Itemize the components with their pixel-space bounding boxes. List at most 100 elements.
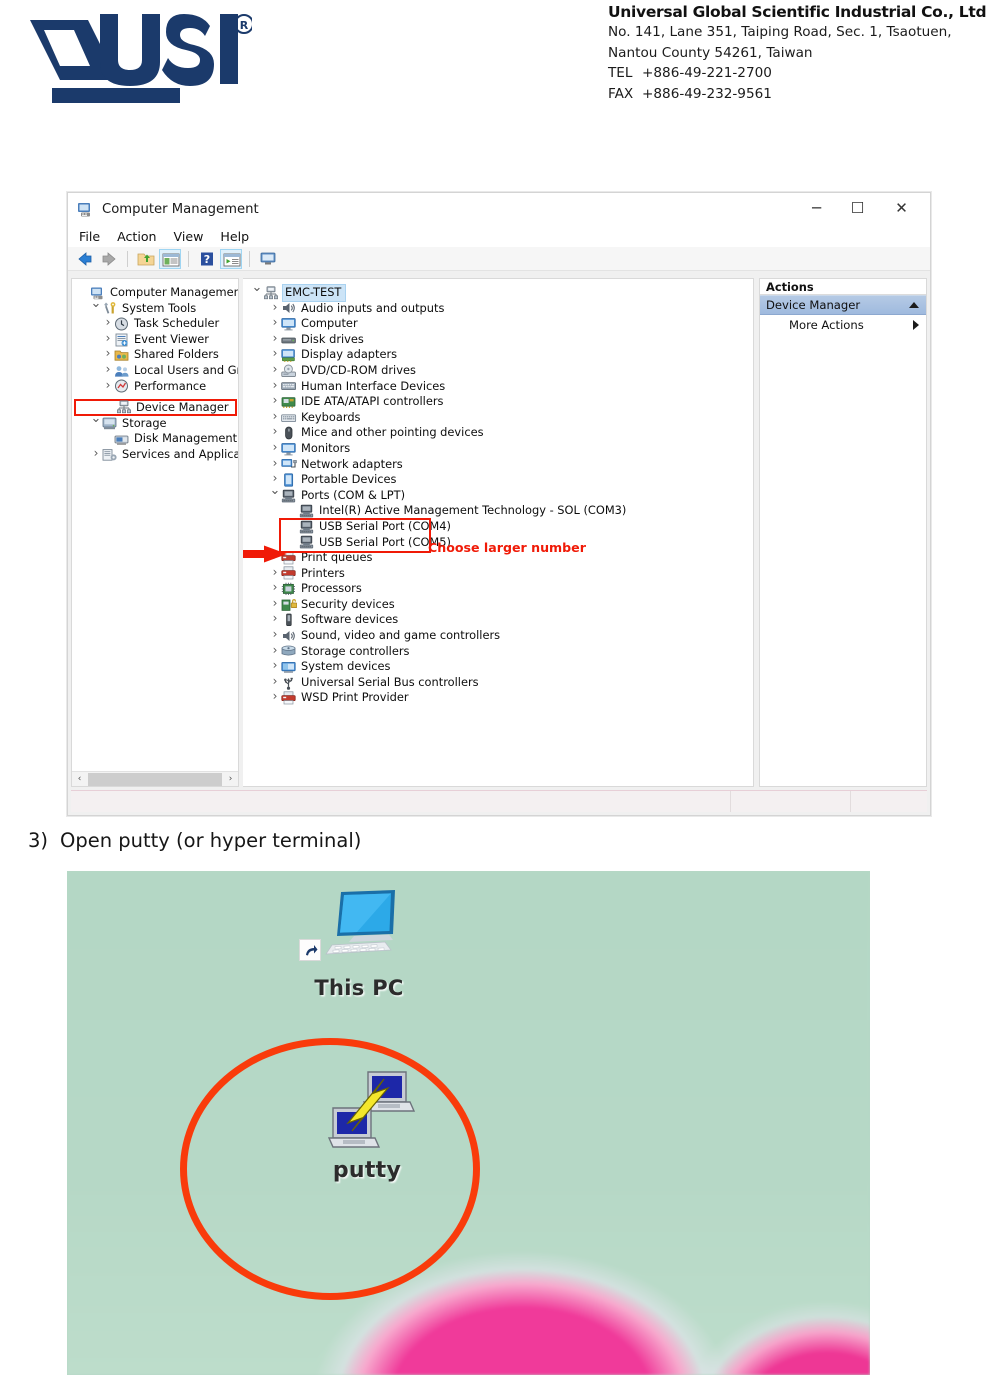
device-item-storage-controllers[interactable]: Storage controllers [247, 644, 753, 660]
toolbar-divider-3 [249, 250, 250, 267]
chevron-down-icon[interactable] [251, 284, 263, 302]
sidebar-item-local-users-and-groups[interactable]: Local Users and Groups [74, 363, 238, 379]
menu-view[interactable]: View [174, 229, 204, 244]
desktop-icon-putty[interactable]: putty [292, 1061, 442, 1196]
desktop-screenshot: This PC putty [67, 871, 870, 1375]
chevron-right-icon[interactable] [90, 446, 102, 464]
clock-icon [114, 317, 130, 331]
device-item-monitors[interactable]: Monitors [247, 441, 753, 457]
menu-file[interactable]: File [79, 229, 100, 244]
desktop-icon-this-pc[interactable]: This PC [299, 888, 419, 1013]
printer-icon [281, 691, 297, 705]
display-icon[interactable] [257, 249, 279, 269]
chevron-right-icon[interactable] [102, 378, 114, 396]
device-item-software-devices[interactable]: Software devices [247, 612, 753, 628]
chevron-up-icon[interactable] [909, 302, 919, 308]
actions-group-device-manager[interactable]: Device Manager [760, 295, 926, 315]
status-bar [71, 790, 927, 812]
device-item-ide-ata-atapi-controllers[interactable]: IDE ATA/ATAPI controllers [247, 394, 753, 410]
tree-item-label: System devices [301, 659, 391, 674]
horizontal-scrollbar[interactable]: ‹ › [72, 771, 238, 786]
device-item-dvd-cd-rom-drives[interactable]: DVD/CD-ROM drives [247, 363, 753, 379]
window-titlebar[interactable]: Computer Management ─ ☐ ✕ [68, 193, 930, 225]
chevron-down-icon[interactable] [269, 487, 281, 505]
fax-label: FAX [608, 85, 634, 102]
tree-item-label: Disk Management [134, 431, 238, 446]
toolbar-divider-2 [188, 250, 189, 267]
device-item-keyboards[interactable]: Keyboards [247, 410, 753, 426]
scroll-left-icon[interactable]: ‹ [72, 772, 87, 787]
maximize-button[interactable]: ☐ [835, 193, 880, 223]
chevron-right-icon[interactable] [269, 689, 281, 707]
scrollbar-thumb[interactable] [88, 772, 222, 786]
status-segment-3 [851, 791, 927, 812]
port-icon [299, 504, 315, 518]
device-item-computer[interactable]: Computer [247, 316, 753, 332]
sidebar-item-services-and-applications[interactable]: Services and Applications [74, 447, 238, 463]
menu-help[interactable]: Help [220, 229, 249, 244]
actions-more-actions[interactable]: More Actions [760, 315, 926, 335]
tree-item-label: Shared Folders [134, 347, 219, 362]
forward-arrow-icon[interactable] [98, 249, 120, 269]
device-item-human-interface-devices[interactable]: Human Interface Devices [247, 379, 753, 395]
device-item-audio-inputs-and-outputs[interactable]: Audio inputs and outputs [247, 301, 753, 317]
telephone-line: TEL +886-49-221-2700 [608, 63, 987, 84]
shortcut-overlay-icon [299, 939, 321, 961]
tree-item-label: Monitors [301, 440, 351, 455]
computer-node-icon [263, 286, 279, 300]
device-manager-pane: EMC-TESTAudio inputs and outputsComputer… [243, 278, 754, 787]
device-item-portable-devices[interactable]: Portable Devices [247, 472, 753, 488]
show-hide-console-tree-icon[interactable] [159, 248, 181, 269]
sidebar-item-system-tools[interactable]: System Tools [74, 301, 238, 317]
help-icon[interactable]: ? [196, 249, 218, 269]
sidebar-item-storage[interactable]: Storage [74, 416, 238, 432]
users-icon [114, 364, 130, 378]
device-item-wsd-print-provider[interactable]: WSD Print Provider [247, 690, 753, 706]
device-item-emc-test[interactable]: EMC-TEST [247, 284, 753, 302]
tree-item-label: DVD/CD-ROM drives [301, 362, 416, 377]
device-item-network-adapters[interactable]: Network adapters [247, 457, 753, 473]
tree-item-label: Event Viewer [134, 331, 209, 346]
sidebar-item-performance[interactable]: Performance [74, 379, 238, 395]
port-icon [299, 520, 315, 534]
scroll-right-icon[interactable]: › [223, 772, 238, 787]
device-item-system-devices[interactable]: System devices [247, 659, 753, 675]
monitor-icon [281, 317, 297, 331]
window-body: Computer Management (Local System ToolsTa… [71, 278, 927, 787]
chevron-down-icon[interactable] [90, 415, 102, 433]
sidebar-item-task-scheduler[interactable]: Task Scheduler [74, 316, 238, 332]
storage-controller-icon [281, 644, 297, 658]
minimize-button[interactable]: ─ [794, 193, 839, 223]
tree-item-label: Task Scheduler [134, 316, 220, 331]
sidebar-item-disk-management[interactable]: Disk Management [74, 431, 238, 447]
close-button[interactable]: ✕ [879, 193, 924, 223]
step-3-text: Open putty (or hyper terminal) [60, 829, 362, 852]
device-item-disk-drives[interactable]: Disk drives [247, 332, 753, 348]
putty-label: putty [332, 1158, 402, 1183]
usb-icon [281, 676, 297, 690]
device-item-sound-video-and-game-controllers[interactable]: Sound, video and game controllers [247, 628, 753, 644]
device-item-mice-and-other-pointing-devices[interactable]: Mice and other pointing devices [247, 425, 753, 441]
device-item-universal-serial-bus-controllers[interactable]: Universal Serial Bus controllers [247, 675, 753, 691]
device-item-processors[interactable]: Processors [247, 581, 753, 597]
device-item-ports-com-lpt[interactable]: Ports (COM & LPT) [247, 488, 753, 504]
toolbar-divider-1 [127, 250, 128, 267]
tree-item-label: Services and Applications [122, 446, 238, 461]
device-item-security-devices[interactable]: Security devices [247, 597, 753, 613]
menu-action[interactable]: Action [117, 229, 156, 244]
properties-icon[interactable] [220, 248, 242, 269]
device-item-intel-r-active-management-technology-sol-com3[interactable]: Intel(R) Active Management Technology - … [247, 503, 753, 519]
tree-item-label: Computer Management (Local [110, 285, 239, 299]
chevron-right-icon[interactable] [913, 320, 919, 330]
device-item-printers[interactable]: Printers [247, 566, 753, 582]
up-folder-icon[interactable] [135, 249, 157, 269]
sidebar-item-shared-folders[interactable]: Shared Folders [74, 347, 238, 363]
sidebar-item-event-viewer[interactable]: Event Viewer [74, 332, 238, 348]
back-arrow-icon[interactable] [74, 249, 96, 269]
tree-item-label: Human Interface Devices [301, 378, 446, 393]
this-pc-icon [319, 888, 403, 968]
chevron-down-icon[interactable] [90, 300, 102, 318]
system-device-icon [281, 660, 297, 674]
device-item-display-adapters[interactable]: Display adapters [247, 347, 753, 363]
device-item-usb-serial-port-com4[interactable]: USB Serial Port (COM4) [247, 519, 753, 535]
